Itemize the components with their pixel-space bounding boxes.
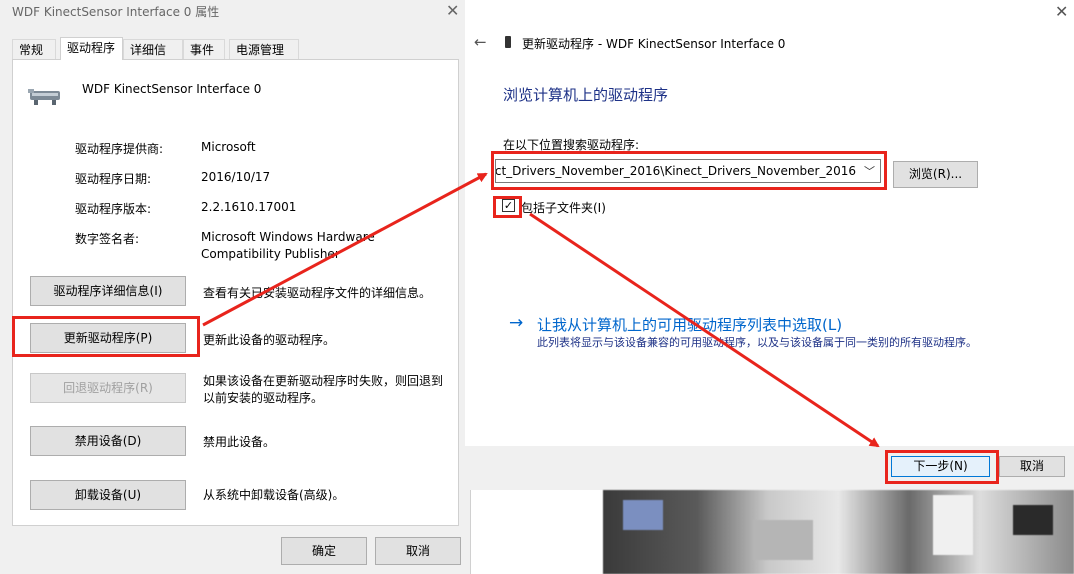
close-icon[interactable]: ✕ <box>446 1 459 20</box>
back-arrow-icon[interactable]: ← <box>474 33 487 51</box>
uninstall-device-desc: 从系统中卸载设备(高级)。 <box>203 488 345 502</box>
disable-device-button[interactable]: 禁用设备(D) <box>30 426 186 456</box>
pick-from-list-link[interactable]: 让我从计算机上的可用驱动程序列表中选取(L) <box>537 314 842 335</box>
signer-value-line1: Microsoft Windows Hardware <box>201 230 375 244</box>
rollback-desc-line2: 以前安装的驱动程序。 <box>203 391 324 405</box>
annotation-box-path <box>491 151 887 190</box>
update-driver-desc: 更新此设备的驱动程序。 <box>203 333 336 347</box>
wizard-cancel-button[interactable]: 取消 <box>999 456 1065 477</box>
pick-from-list-desc: 此列表将显示与该设备兼容的可用驱动程序，以及与该设备属于同一类别的所有驱动程序。 <box>537 336 977 349</box>
rollback-desc-line1: 如果该设备在更新驱动程序时失败，则回退到 <box>203 374 444 388</box>
disable-device-desc: 禁用此设备。 <box>203 435 276 449</box>
date-label: 驱动程序日期: <box>75 172 152 186</box>
cancel-button[interactable]: 取消 <box>375 537 461 565</box>
browse-button[interactable]: 浏览(R)... <box>893 161 978 188</box>
uninstall-device-button[interactable]: 卸载设备(U) <box>30 480 186 510</box>
version-label: 驱动程序版本: <box>75 202 152 216</box>
rollback-driver-button[interactable]: 回退驱动程序(R) <box>30 373 186 403</box>
tab-general[interactable]: 常规 <box>12 39 56 59</box>
properties-dialog: WDF KinectSensor Interface 0 属性 ✕ 常规 驱动程… <box>0 0 471 574</box>
signer-value: Microsoft Windows Hardware Compatibility… <box>201 229 375 263</box>
arrow-right-icon[interactable]: → <box>509 313 523 333</box>
signer-label: 数字签名者: <box>75 232 140 246</box>
annotation-box-checkbox <box>493 196 522 218</box>
annotation-box-update-button <box>12 316 200 357</box>
date-value: 2016/10/17 <box>201 170 271 184</box>
provider-value: Microsoft <box>201 140 256 154</box>
include-subfolders-label: 包括子文件夹(I) <box>521 201 606 215</box>
rollback-driver-desc: 如果该设备在更新驱动程序时失败，则回退到 以前安装的驱动程序。 <box>203 373 443 407</box>
annotation-box-next <box>885 450 999 484</box>
provider-label: 驱动程序提供商: <box>75 142 164 156</box>
driver-details-desc: 查看有关已安装驱动程序文件的详细信息。 <box>203 286 432 300</box>
wizard-title: 更新驱动程序 - WDF KinectSensor Interface 0 <box>522 37 786 51</box>
dialog-title: WDF KinectSensor Interface 0 属性 <box>12 5 220 19</box>
blurred-block <box>1013 505 1053 535</box>
blurred-background <box>603 490 1074 574</box>
driver-details-button[interactable]: 驱动程序详细信息(I) <box>30 276 186 306</box>
device-name: WDF KinectSensor Interface 0 <box>82 82 262 96</box>
version-value: 2.2.1610.17001 <box>201 200 297 214</box>
ok-button[interactable]: 确定 <box>281 537 367 565</box>
blurred-block <box>933 495 973 555</box>
close-icon[interactable]: ✕ <box>1055 2 1068 21</box>
device-small-icon <box>505 36 511 48</box>
tab-details[interactable]: 详细信息 <box>123 39 183 77</box>
update-driver-wizard: ← 更新驱动程序 - WDF KinectSensor Interface 0 … <box>465 0 1074 490</box>
wizard-heading: 浏览计算机上的驱动程序 <box>503 86 669 104</box>
tab-driver[interactable]: 驱动程序 <box>60 37 123 60</box>
tab-events[interactable]: 事件 <box>183 39 225 59</box>
blurred-block <box>623 500 663 530</box>
signer-value-line2: Compatibility Publisher <box>201 247 340 261</box>
blurred-block <box>753 520 813 560</box>
tab-power-management[interactable]: 电源管理 <box>229 39 299 59</box>
device-icon <box>28 89 60 105</box>
